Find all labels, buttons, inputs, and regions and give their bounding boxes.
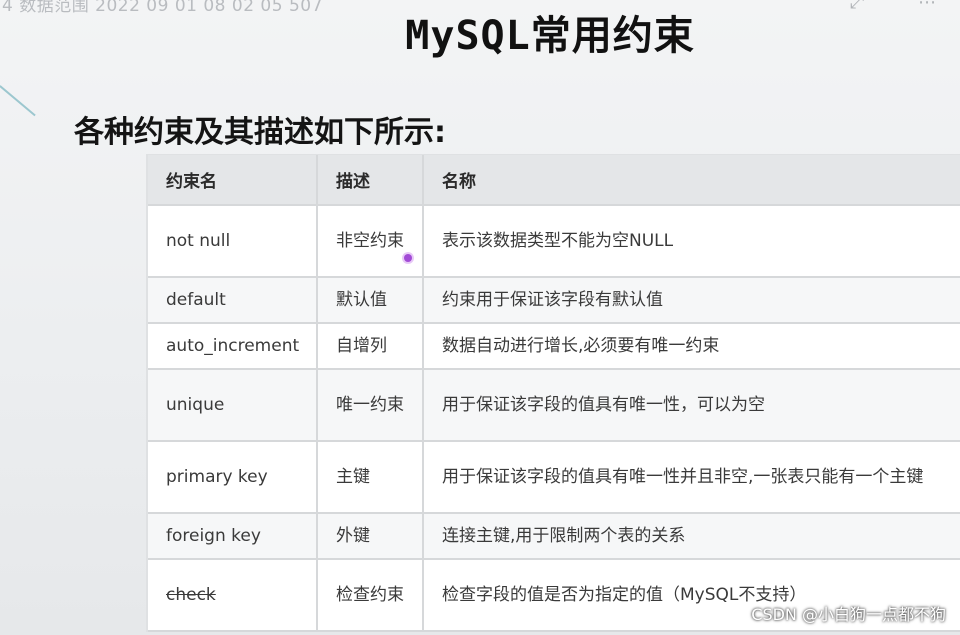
constraint-detail-cell: 表示该数据类型不能为空NULL bbox=[424, 206, 960, 278]
csdn-watermark: CSDN @小白狗一点都不狗 bbox=[751, 605, 946, 624]
constraint-detail-cell: 约束用于保证该字段有默认值 bbox=[424, 278, 960, 324]
header-description: 描述 bbox=[318, 155, 424, 206]
header-name: 名称 bbox=[424, 155, 960, 206]
constraints-table: 约束名 描述 名称 not null 非空约束 表示该数据类型不能为空NULL … bbox=[148, 155, 960, 632]
table-row: foreign key 外键 连接主键,用于限制两个表的关系 bbox=[148, 514, 960, 560]
slide-title: MySQL常用约束 bbox=[405, 13, 695, 59]
constraint-desc-cell: 主键 bbox=[318, 442, 424, 514]
constraint-name-cell: foreign key bbox=[148, 514, 318, 560]
constraint-desc-cell: 非空约束 bbox=[318, 206, 424, 278]
table-row: auto_increment 自增列 数据自动进行增长,必须要有唯一约束 bbox=[148, 324, 960, 370]
table-row: primary key 主键 用于保证该字段的值具有唯一性并且非空,一张表只能有… bbox=[148, 442, 960, 514]
constraint-name-cell: unique bbox=[148, 370, 318, 442]
intro-text: 各种约束及其描述如下所示: bbox=[74, 115, 446, 150]
constraint-detail-cell: 数据自动进行增长,必须要有唯一约束 bbox=[424, 324, 960, 370]
constraint-name-cell: check bbox=[148, 560, 318, 632]
constraint-desc-cell: 检查约束 bbox=[318, 560, 424, 632]
constraint-desc-cell: 默认值 bbox=[318, 278, 424, 324]
constraint-detail-cell: 连接主键,用于限制两个表的关系 bbox=[424, 514, 960, 560]
constraint-desc-cell: 自增列 bbox=[318, 324, 424, 370]
decorative-line bbox=[0, 85, 36, 116]
constraint-name-cell: not null bbox=[148, 206, 318, 278]
constraint-name-cell: auto_increment bbox=[148, 324, 318, 370]
table-row: unique 唯一约束 用于保证该字段的值具有唯一性，可以为空 bbox=[148, 370, 960, 442]
table-row: default 默认值 约束用于保证该字段有默认值 bbox=[148, 278, 960, 324]
table-row: not null 非空约束 表示该数据类型不能为空NULL bbox=[148, 206, 960, 278]
mouse-cursor-indicator bbox=[404, 254, 412, 262]
constraint-name-cell: primary key bbox=[148, 442, 318, 514]
constraints-table-frame: 约束名 描述 名称 not null 非空约束 表示该数据类型不能为空NULL … bbox=[146, 154, 960, 632]
constraint-desc-cell: 唯一约束 bbox=[318, 370, 424, 442]
constraint-desc-cell: 外键 bbox=[318, 514, 424, 560]
constraint-detail-cell: 用于保证该字段的值具有唯一性并且非空,一张表只能有一个主键 bbox=[424, 442, 960, 514]
header-constraint-name: 约束名 bbox=[148, 155, 318, 206]
constraint-name-cell: default bbox=[148, 278, 318, 324]
constraint-detail-cell: 用于保证该字段的值具有唯一性，可以为空 bbox=[424, 370, 960, 442]
table-header-row: 约束名 描述 名称 bbox=[148, 155, 960, 206]
